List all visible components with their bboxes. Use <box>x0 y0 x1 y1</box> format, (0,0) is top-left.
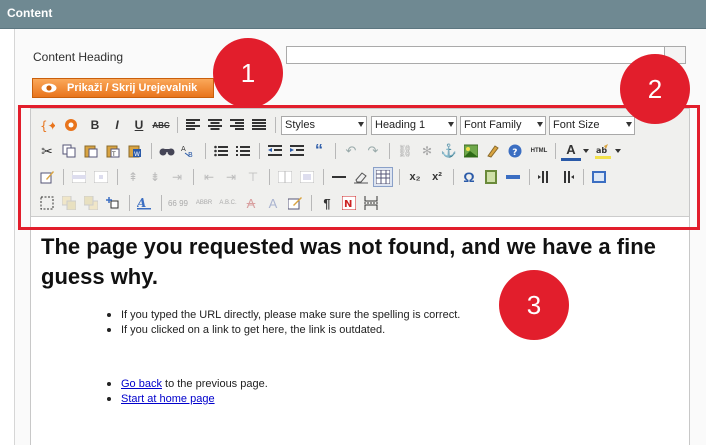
toggle-editor-button[interactable]: Prikaži / Skrij Urejevalnik <box>32 78 214 98</box>
toggle-editor-label: Prikaži / Skrij Urejevalnik <box>67 82 198 94</box>
callout-3: 3 <box>499 270 569 340</box>
section-title: Content <box>7 6 53 20</box>
content-heading-input[interactable] <box>286 46 684 64</box>
home-page-link[interactable]: Start at home page <box>121 393 215 405</box>
list-item: If you typed the URL directly, please ma… <box>106 309 461 321</box>
page-heading: The page you requested was not found, an… <box>41 234 656 289</box>
list-item: Start at home page <box>107 392 268 407</box>
go-back-link[interactable]: Go back <box>121 378 162 390</box>
callout-2: 2 <box>620 54 690 124</box>
list-item: If you clicked on a link to get here, th… <box>106 323 460 338</box>
callout-1: 1 <box>213 38 283 108</box>
content-heading-label: Content Heading <box>33 50 124 64</box>
content-section-header[interactable]: Content <box>0 0 706 29</box>
go-back-text: to the previous page. <box>161 378 268 390</box>
list-item: Go back to the previous page. <box>107 377 268 392</box>
actions-list: Go back to the previous page. Start at h… <box>107 377 268 407</box>
toolbar-highlight-box <box>18 105 700 230</box>
eye-icon <box>41 83 57 93</box>
reasons-list: If you typed the URL directly, please ma… <box>106 308 461 338</box>
